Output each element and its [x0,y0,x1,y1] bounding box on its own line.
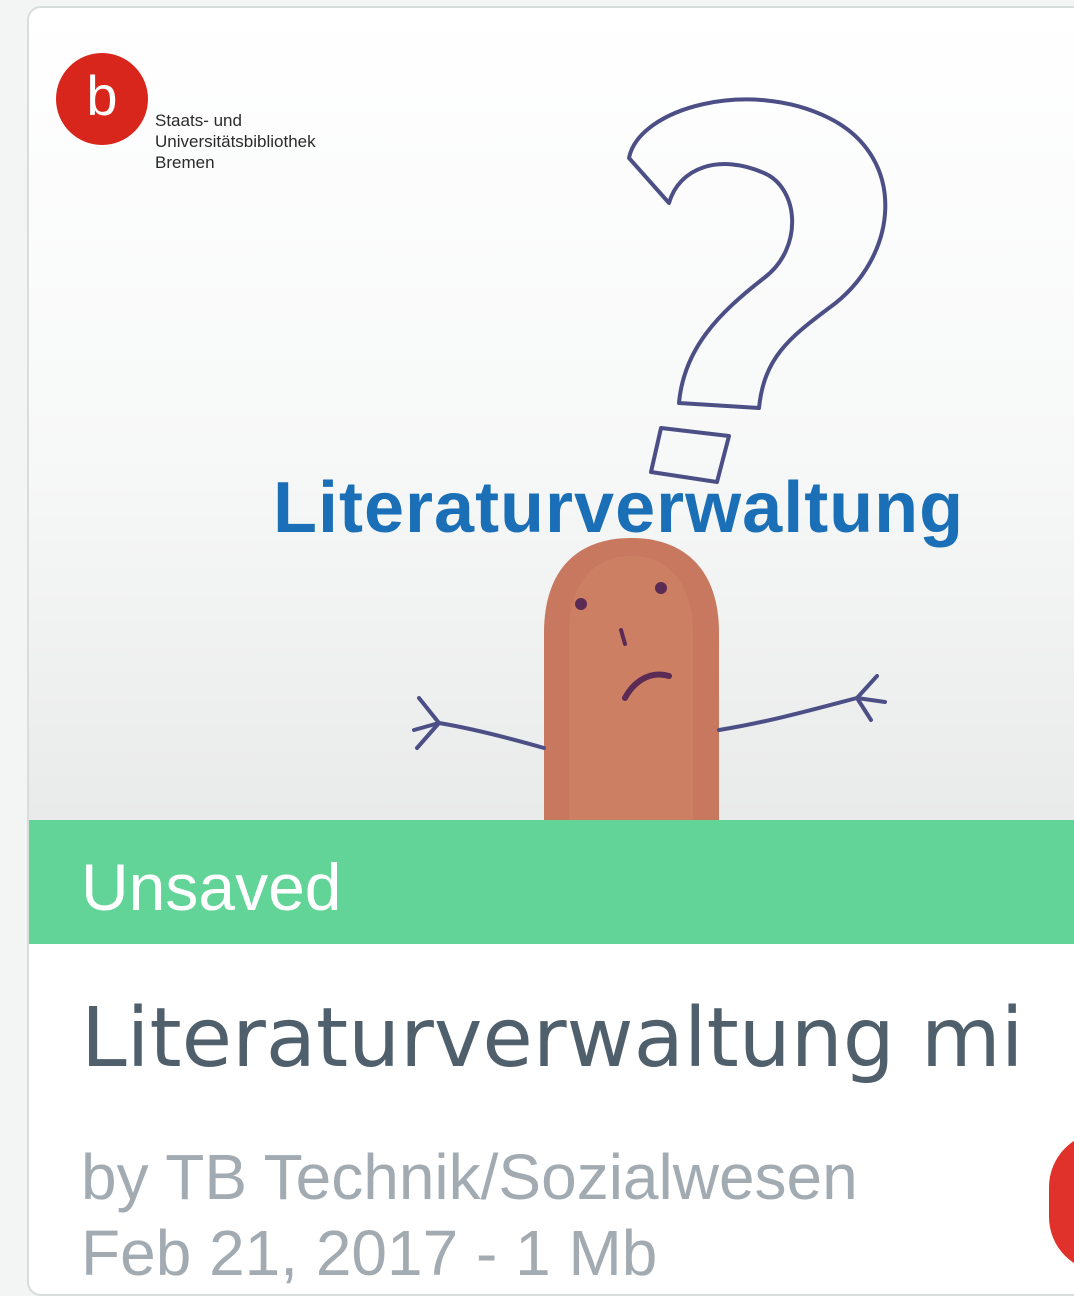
item-date-size: Feb 21, 2017 - 1 Mb [81,1217,658,1289]
status-label: Unsaved [81,850,342,924]
thumbnail-image[interactable]: b Staats- und Universitätsbibliothek Bre… [29,8,1074,820]
status-bar: Unsaved [29,820,1074,944]
resource-card[interactable]: b Staats- und Universitätsbibliothek Bre… [27,6,1074,1296]
item-title[interactable]: Literaturverwaltung mi [81,994,1024,1084]
logo-line-2: Universitätsbibliothek [155,132,316,151]
library-logo-text: Staats- und Universitätsbibliothek Breme… [155,110,316,173]
thumbnail-overlay-title: Literaturverwaltung [273,468,965,548]
logo-line-1: Staats- und [155,111,242,130]
logo-letter: b [86,64,118,127]
logo-line-3: Bremen [155,153,215,172]
library-logo-icon: b [56,53,148,145]
avatar[interactable] [1049,1132,1074,1272]
item-author: by TB Technik/Sozialwesen [81,1141,858,1213]
